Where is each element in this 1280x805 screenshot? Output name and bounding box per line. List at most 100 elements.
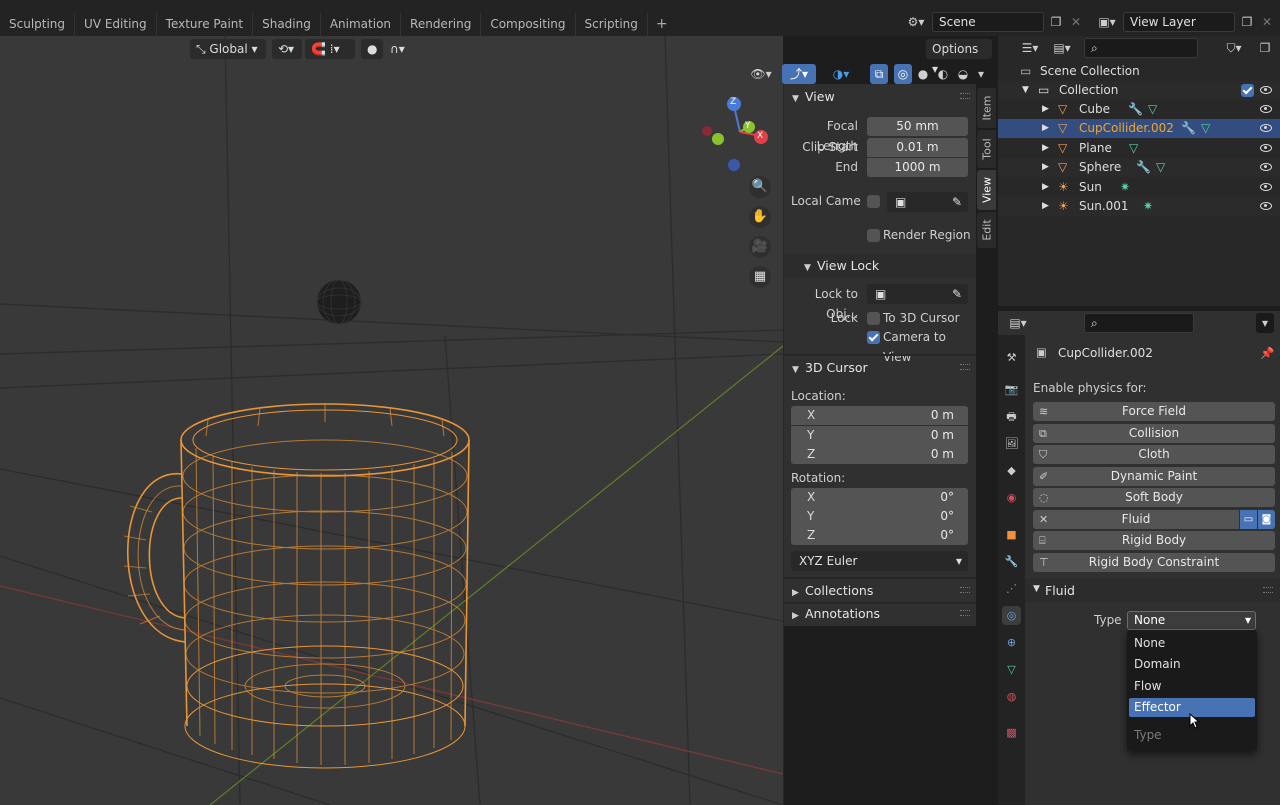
eye-icon[interactable] xyxy=(1260,86,1272,94)
collection-include-checkbox[interactable] xyxy=(1241,84,1254,97)
clip-start-field[interactable]: 0.01 m xyxy=(867,138,968,157)
world-tab-icon[interactable]: ◉ xyxy=(1002,488,1021,507)
proportional-edit-button[interactable]: ● xyxy=(361,39,383,59)
soft-body-button[interactable]: ◌ Soft Body xyxy=(1033,488,1275,507)
mesh-data-icon[interactable]: ▽ xyxy=(1201,119,1210,138)
editor-type-icon[interactable]: ☰▾ xyxy=(1016,38,1044,58)
scene-selector-icon[interactable]: ⚙▾ xyxy=(902,12,930,32)
options-menu-button[interactable]: Options ▾ xyxy=(926,39,992,76)
tab-sculpting[interactable]: Sculpting xyxy=(0,13,76,36)
delete-view-layer-icon[interactable]: ✕ xyxy=(1259,12,1275,32)
ortho-grid-icon[interactable]: ▦ xyxy=(749,266,771,288)
drag-grip-icon[interactable] xyxy=(1263,587,1273,593)
tab-compositing[interactable]: Compositing xyxy=(481,13,576,36)
tool-tab-icon[interactable]: ⚒ xyxy=(1002,348,1021,367)
menu-item-none[interactable]: None xyxy=(1129,634,1255,653)
transform-orientation-dropdown[interactable]: ⤡ Global ▾ xyxy=(190,39,266,59)
view-layer-selector-icon[interactable]: ▣▾ xyxy=(1093,12,1121,32)
expand-triangle-icon[interactable]: ▶ xyxy=(1042,139,1049,158)
tab-edit[interactable]: Edit xyxy=(977,212,996,248)
properties-search-input[interactable]: ⌕ xyxy=(1084,313,1194,333)
particles-tab-icon[interactable]: ⋰ xyxy=(1002,579,1021,598)
lock-to-object-field[interactable]: ▣ ✎ xyxy=(867,284,968,304)
tab-shading[interactable]: Shading xyxy=(253,13,321,36)
overlay-toggle-icon[interactable]: ◑▾ xyxy=(824,64,858,84)
tab-texture-paint[interactable]: Texture Paint xyxy=(157,13,254,36)
new-view-layer-icon[interactable]: ❐ xyxy=(1238,12,1256,32)
render-region-checkbox[interactable] xyxy=(867,229,880,242)
local-camera-object-field[interactable]: ▣ ✎ xyxy=(887,192,968,212)
shading-options-icon[interactable]: ▾ xyxy=(974,64,988,84)
outliner-search-input[interactable]: ⌕ xyxy=(1084,38,1198,58)
outliner-row-cupcollider[interactable]: ▶ ▽ CupCollider.002 🔧 ▽ xyxy=(998,119,1280,139)
cursor-location-y-field[interactable]: Y0 m xyxy=(791,426,968,445)
expand-triangle-icon[interactable]: ▶ xyxy=(1042,197,1049,216)
visibility-icon[interactable]: 👁▾ xyxy=(748,64,774,84)
new-collection-icon[interactable]: ❐ xyxy=(1256,38,1274,58)
snap-button[interactable]: 🧲 ⁞▾ xyxy=(305,39,355,59)
chevron-down-icon[interactable]: ▾ xyxy=(1256,313,1274,333)
fluid-type-dropdown[interactable]: None ▾ xyxy=(1127,611,1256,630)
output-tab-icon[interactable]: 🖶 xyxy=(1002,407,1021,426)
outliner-row-sun-001[interactable]: ▶ ☀ Sun.001 ✷ xyxy=(998,197,1280,217)
view-panel-header[interactable]: ▼ View xyxy=(784,85,977,109)
eye-icon[interactable] xyxy=(1260,163,1272,171)
expand-triangle-icon[interactable]: ▶ xyxy=(1042,158,1049,177)
render-tab-icon[interactable]: 📷 xyxy=(1002,380,1021,399)
eye-icon[interactable] xyxy=(1260,202,1272,210)
light-data-icon[interactable]: ✷ xyxy=(1120,178,1130,197)
light-data-icon[interactable]: ✷ xyxy=(1143,197,1153,216)
cursor-rotation-y-field[interactable]: Y 0° xyxy=(791,507,968,526)
eye-icon[interactable] xyxy=(1260,144,1272,152)
object-tab-icon[interactable]: ■ xyxy=(1002,525,1021,544)
focal-length-field[interactable]: 50 mm xyxy=(867,117,968,136)
show-in-render-icon[interactable]: ◙ xyxy=(1258,510,1275,529)
modifier-wrench-icon[interactable]: 🔧 xyxy=(1181,119,1196,138)
tab-tool[interactable]: Tool xyxy=(977,130,996,168)
delete-scene-icon[interactable]: ✕ xyxy=(1068,12,1084,32)
modifier-wrench-icon[interactable]: 🔧 xyxy=(1128,100,1143,119)
tab-animation[interactable]: Animation xyxy=(321,13,402,36)
gizmo-toggle-icon[interactable]: ⤴▾ xyxy=(782,64,816,84)
add-workspace-button[interactable]: + xyxy=(648,13,676,36)
display-mode-icon[interactable]: ▤▾ xyxy=(1048,38,1076,58)
view-layer-name-field[interactable]: View Layer xyxy=(1123,12,1235,32)
view-lock-subpanel-header[interactable]: ▼ View Lock xyxy=(784,254,977,278)
local-camera-checkbox[interactable] xyxy=(867,195,880,208)
filter-icon[interactable]: ⛉▾ xyxy=(1220,38,1248,58)
fluid-button[interactable]: ✕ Fluid xyxy=(1033,510,1239,529)
modifier-wrench-icon[interactable]: 🔧 xyxy=(1136,158,1151,177)
tab-uv-editing[interactable]: UV Editing xyxy=(75,13,157,36)
camera-view-icon[interactable]: 🎥 xyxy=(749,236,771,258)
texture-tab-icon[interactable]: ▩ xyxy=(1002,723,1021,742)
outliner-row-cube[interactable]: ▶ ▽ Cube 🔧 ▽ xyxy=(998,100,1280,119)
cursor-location-x-field[interactable]: X0 m xyxy=(791,406,968,425)
outliner-row-scene-collection[interactable]: ▭ Scene Collection xyxy=(998,62,1280,81)
drag-grip-icon[interactable] xyxy=(960,364,970,370)
outliner-row-sun[interactable]: ▶ ☀ Sun ✷ xyxy=(998,178,1280,197)
physics-tab-icon[interactable]: ◎ xyxy=(1002,606,1021,625)
constraints-tab-icon[interactable]: ⊕ xyxy=(1002,633,1021,652)
mesh-data-icon[interactable]: ▽ xyxy=(1156,158,1165,177)
lock-to-3d-cursor-checkbox[interactable] xyxy=(867,312,880,325)
tab-view[interactable]: View xyxy=(977,170,996,210)
drag-grip-icon[interactable] xyxy=(960,610,970,616)
editor-type-icon[interactable]: ▤▾ xyxy=(1004,313,1032,333)
expand-triangle-icon[interactable]: ▶ xyxy=(1042,100,1049,119)
pivot-point-button[interactable]: ⟲▾ xyxy=(272,39,302,59)
rigid-body-button[interactable]: ⌸ Rigid Body xyxy=(1033,531,1275,550)
scene-name-field[interactable]: Scene xyxy=(932,12,1044,32)
mesh-data-icon[interactable]: ▽ xyxy=(1148,100,1157,119)
view-layer-tab-icon[interactable]: 🖼 xyxy=(1002,434,1021,453)
material-shading-icon[interactable]: ◐ xyxy=(934,64,952,84)
cloth-button[interactable]: ⛉ Cloth xyxy=(1033,445,1275,464)
outliner-row-collection[interactable]: ▼ ▭ Collection xyxy=(998,81,1280,101)
collections-panel-header[interactable]: ▶ Collections xyxy=(784,579,977,603)
eye-icon[interactable] xyxy=(1260,183,1272,191)
rigid-body-constraint-button[interactable]: ⊤ Rigid Body Constraint xyxy=(1033,553,1275,572)
falloff-button[interactable]: ∩▾ xyxy=(384,39,412,59)
wireframe-shading-icon[interactable]: ◎ xyxy=(894,64,912,84)
outliner-row-plane[interactable]: ▶ ▽ Plane ▽ xyxy=(998,139,1280,158)
eye-icon[interactable] xyxy=(1260,124,1272,132)
tab-item[interactable]: Item xyxy=(977,88,996,128)
